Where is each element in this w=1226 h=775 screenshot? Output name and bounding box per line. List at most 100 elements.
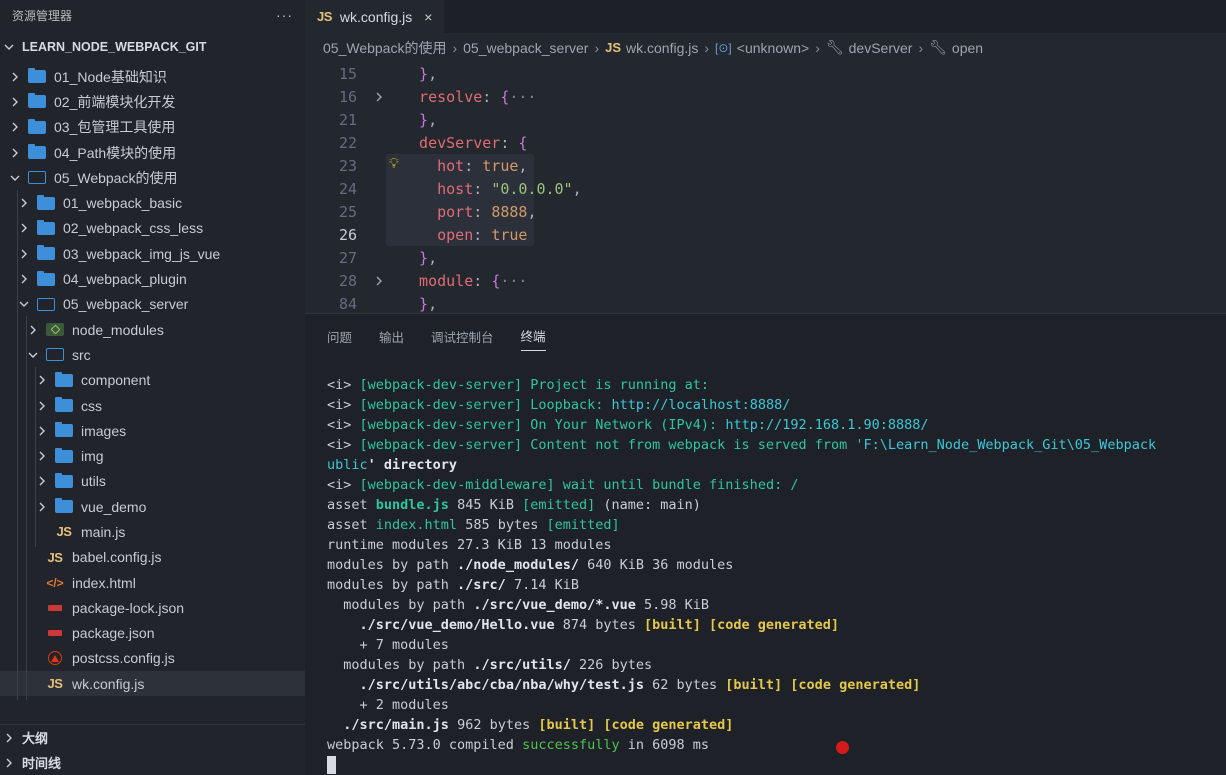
tree-folder-05[interactable]: 05_Webpack的使用: [0, 165, 305, 190]
tree-label: vue_demo: [81, 498, 147, 515]
tree-folder-node-modules[interactable]: node_modules: [0, 317, 305, 342]
breadcrumb-item[interactable]: 05_Webpack的使用: [323, 38, 446, 58]
tree-file-babel-config[interactable]: JS babel.config.js: [0, 545, 305, 570]
tree-folder-src[interactable]: src: [0, 342, 305, 367]
tree-file-index-html[interactable]: </> index.html: [0, 570, 305, 595]
terminal-line: + 7 modules: [327, 637, 449, 653]
chevron-down-icon: [2, 42, 16, 52]
breadcrumb-item[interactable]: <unknown>: [737, 40, 809, 56]
terminal-link[interactable]: http://192.168.1.90:8888/: [725, 417, 928, 433]
folder-icon: [28, 93, 46, 109]
tree-folder-images[interactable]: images: [0, 418, 305, 443]
tab-output[interactable]: 输出: [379, 321, 404, 351]
tab-wk-config[interactable]: JS wk.config.js ×: [305, 0, 445, 33]
tree-folder-webpack-css-less[interactable]: 02_webpack_css_less: [0, 216, 305, 241]
line-number: 24: [338, 180, 357, 199]
tree-label: 02_webpack_css_less: [63, 220, 204, 237]
folder-icon: [37, 219, 55, 235]
fold-chevron-icon[interactable]: [357, 276, 401, 286]
line-code: port: 8888,: [401, 203, 537, 222]
code-editor[interactable]: 15 }, 16 resolve: {··· 21 }, 22 devServe…: [305, 62, 1226, 316]
terminal-line: asset bundle.js 845 KiB [emitted] (name:…: [327, 497, 701, 513]
breadcrumb-item[interactable]: devServer: [849, 40, 913, 56]
tab-terminal[interactable]: 终端: [520, 321, 546, 351]
breadcrumb-item[interactable]: 05_webpack_server: [463, 40, 588, 56]
tree-file-wk-config[interactable]: JS wk.config.js: [0, 671, 305, 697]
line-code: },: [401, 64, 438, 83]
tab-debug-console[interactable]: 调试控制台: [431, 321, 494, 351]
outline-section[interactable]: 大纲: [0, 725, 305, 750]
chevron-right-icon: ›: [918, 39, 924, 56]
tree-folder-vue-demo[interactable]: vue_demo: [0, 494, 305, 519]
chevron-down-icon: [8, 173, 22, 183]
tree-folder-02[interactable]: 02_前端模块化开发: [0, 89, 305, 114]
line-number: 25: [338, 203, 357, 222]
sidebar-bottom-sections: 大纲 时间线: [0, 724, 305, 775]
line-code: module: {···: [401, 272, 528, 291]
timeline-section[interactable]: 时间线: [0, 750, 305, 775]
terminal-line: <i> [webpack-dev-server] Project is runn…: [327, 377, 710, 393]
code-line: 23 💡︎ hot: true,: [305, 154, 1226, 177]
tree-folder-img[interactable]: img: [0, 443, 305, 468]
chevron-right-icon: [35, 426, 49, 436]
js-file-icon: JS: [605, 40, 622, 55]
terminal-line: <i> [webpack-dev-server] Content not fro…: [327, 437, 1157, 453]
tree-folder-webpack-img-js-vue[interactable]: 03_webpack_img_js_vue: [0, 241, 305, 266]
postcss-file-icon: [46, 651, 64, 666]
tree-folder-component[interactable]: component: [0, 368, 305, 393]
project-name: LEARN_NODE_WEBPACK_GIT: [22, 40, 207, 54]
lightbulb-icon[interactable]: 💡︎: [389, 156, 399, 172]
project-root[interactable]: LEARN_NODE_WEBPACK_GIT: [0, 30, 305, 64]
wrench-icon: 🔧︎: [929, 39, 947, 55]
terminal-line: modules by path ./src/utils/ 226 bytes: [327, 657, 653, 673]
tree-folder-webpack-basic[interactable]: 01_webpack_basic: [0, 190, 305, 215]
tree-file-package-lock[interactable]: package-lock.json: [0, 595, 305, 620]
tree-folder-utils[interactable]: utils: [0, 469, 305, 494]
fold-chevron-icon[interactable]: [357, 92, 401, 102]
tab-problems[interactable]: 问题: [327, 321, 352, 351]
line-code: },: [401, 295, 438, 314]
tree-folder-04[interactable]: 04_Path模块的使用: [0, 140, 305, 165]
chevron-right-icon: [35, 375, 49, 385]
tree-file-package-json[interactable]: package.json: [0, 621, 305, 646]
panel-tabs: 问题 输出 调试控制台 终端: [305, 314, 1226, 358]
tree-label: 02_前端模块化开发: [54, 93, 176, 110]
chevron-right-icon: [17, 223, 31, 233]
tree-folder-03[interactable]: 03_包管理工具使用: [0, 115, 305, 140]
tree-label: img: [81, 448, 104, 465]
terminal-link[interactable]: http://localhost:8888/: [612, 397, 791, 413]
terminal-line: asset index.html 585 bytes [emitted]: [327, 517, 620, 533]
chevron-right-icon: [2, 733, 16, 743]
tree-folder-webpack-server[interactable]: 05_webpack_server: [0, 292, 305, 317]
more-actions-icon[interactable]: ···: [276, 7, 293, 23]
tree-label: babel.config.js: [72, 549, 162, 566]
terminal-line: modules by path ./src/ 7.14 KiB: [327, 577, 579, 593]
breadcrumb-item[interactable]: open: [952, 40, 983, 56]
tree-folder-webpack-plugin[interactable]: 04_webpack_plugin: [0, 266, 305, 291]
tree-file-main-js[interactable]: JS main.js: [0, 519, 305, 544]
line-number: 27: [338, 249, 357, 268]
terminal-line: ublic' directory: [327, 457, 458, 473]
line-number: 22: [338, 133, 357, 152]
code-line: 16 resolve: {···: [305, 85, 1226, 108]
code-line: 21 },: [305, 108, 1226, 131]
chevron-right-icon: ›: [815, 39, 820, 56]
terminal-line: webpack 5.73.0 compiled successfully in …: [327, 737, 710, 753]
tree-folder-01-node[interactable]: 01_Node基础知识: [0, 64, 305, 89]
code-line: 25 port: 8888,: [305, 201, 1226, 224]
breadcrumb-item[interactable]: wk.config.js: [626, 40, 698, 56]
terminal-output[interactable]: <i> [webpack-dev-server] Project is runn…: [305, 358, 1226, 775]
chevron-down-icon: [26, 350, 40, 360]
tree-file-postcss-config[interactable]: postcss.config.js: [0, 646, 305, 671]
indent-guide: [26, 316, 27, 700]
code-line: 26 open: true: [305, 224, 1226, 247]
tree-label: postcss.config.js: [72, 650, 175, 667]
chevron-right-icon: [8, 148, 22, 158]
code-line: 22 devServer: {: [305, 131, 1226, 154]
code-line: 28 module: {···: [305, 270, 1226, 293]
chevron-right-icon: [8, 97, 22, 107]
tree-folder-css[interactable]: css: [0, 393, 305, 418]
explorer-sidebar: 资源管理器 ··· LEARN_NODE_WEBPACK_GIT 01_Node…: [0, 0, 305, 775]
close-icon[interactable]: ×: [424, 9, 432, 25]
line-code: resolve: {···: [401, 87, 537, 106]
